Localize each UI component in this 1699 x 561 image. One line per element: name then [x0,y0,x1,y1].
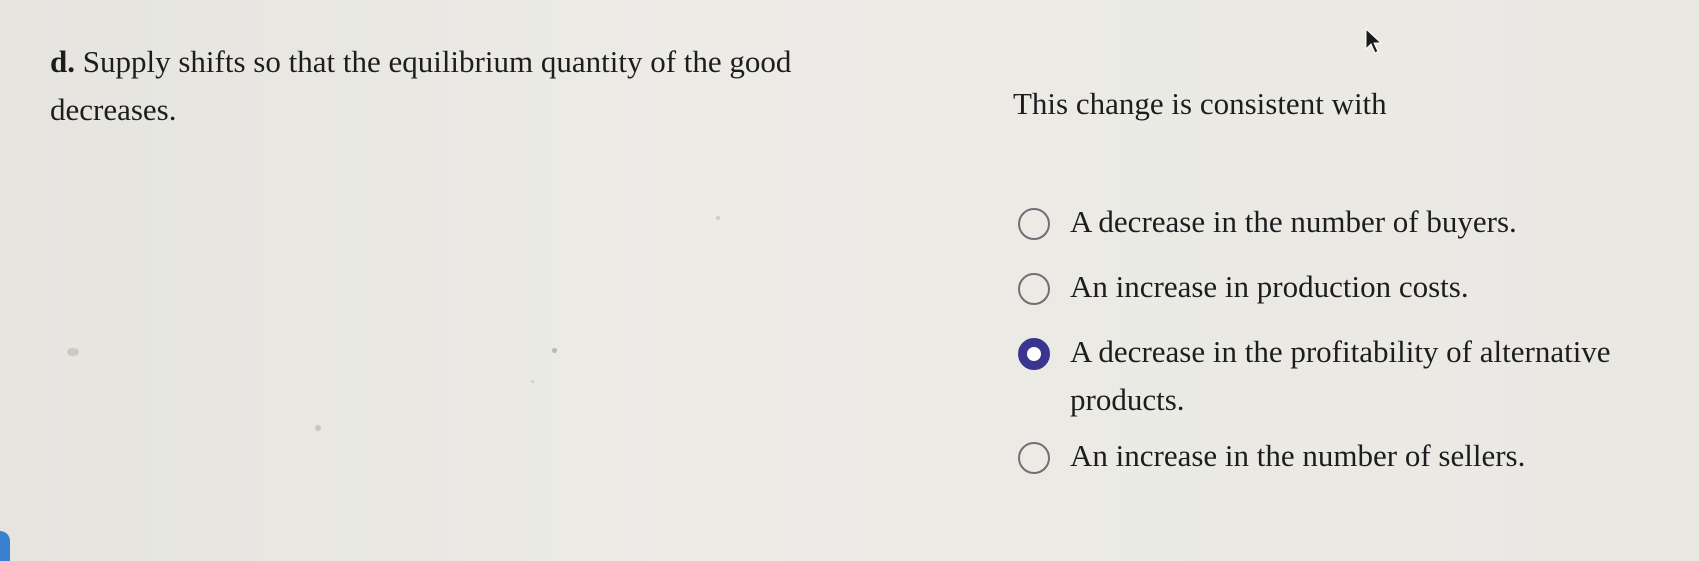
option-label: A decrease in the profitability of alter… [1070,334,1611,417]
radio-button[interactable] [1018,273,1050,305]
screen-speck [716,216,720,220]
question-text-line1: Supply shifts so that the equilibrium qu… [82,44,792,79]
answer-prompt: This change is consistent with [1013,86,1387,121]
radio-button-selected[interactable] [1018,338,1050,370]
radio-button[interactable] [1018,442,1050,474]
question-text: d. Supply shifts so that the equilibrium… [50,38,900,134]
question-part-letter: d. [50,44,75,79]
option-increase-production-costs[interactable]: An increase in production costs. [1018,263,1699,311]
screen-edge-accent [0,531,10,561]
option-decrease-buyers[interactable]: A decrease in the number of buyers. [1018,198,1699,246]
answer-options: A decrease in the number of buyers. An i… [1018,198,1699,497]
option-decrease-profitability-alternatives[interactable]: A decrease in the profitability of alter… [1018,328,1699,424]
mouse-pointer-icon [1365,28,1383,54]
option-label: An increase in the number of sellers. [1070,438,1526,473]
question-text-line2: decreases. [50,92,177,127]
option-increase-sellers[interactable]: An increase in the number of sellers. [1018,432,1699,480]
option-label: An increase in production costs. [1070,269,1469,304]
screen-speck [67,348,79,356]
radio-button[interactable] [1018,208,1050,240]
option-label: A decrease in the number of buyers. [1070,204,1517,239]
screen-speck [531,380,534,383]
screen-speck [315,425,321,431]
screen-speck [552,348,557,353]
